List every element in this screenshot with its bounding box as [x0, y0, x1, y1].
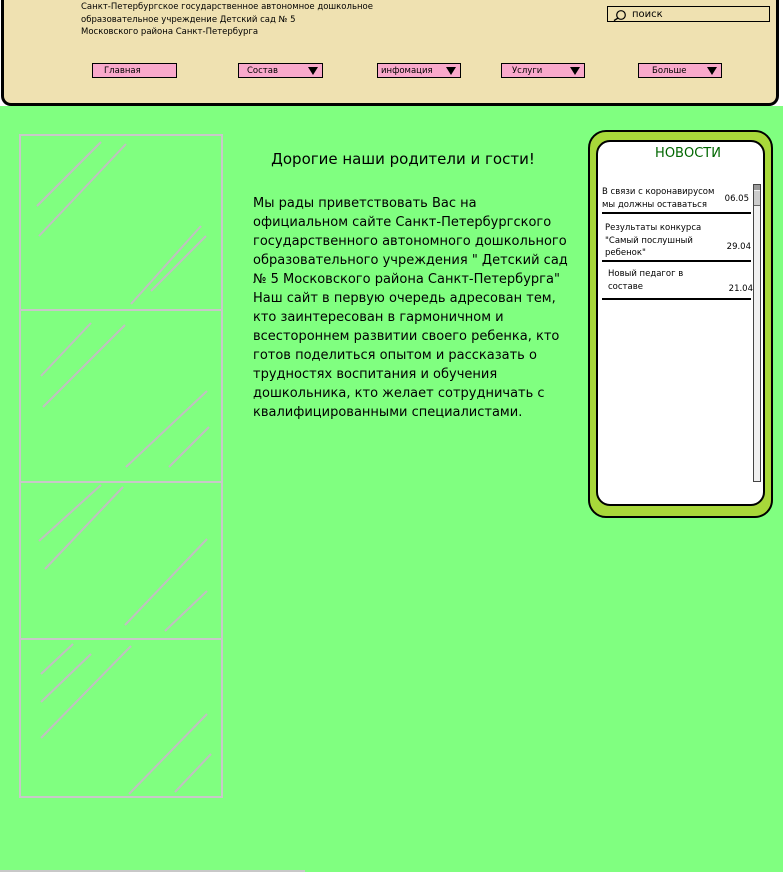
image-placeholder-icon: [36, 141, 207, 305]
nav-label: Состав: [247, 66, 278, 76]
welcome-title: Дорогие наши родители и гости!: [271, 150, 535, 168]
news-item-text: "Самый послушный: [605, 235, 693, 246]
news-title: НОВОСТИ: [655, 146, 721, 161]
nav-home-button[interactable]: Главная: [92, 63, 177, 78]
site-header: Санкт-Петербургское государственное авто…: [1, 0, 779, 106]
image-placeholder[interactable]: [19, 481, 223, 640]
news-item-date: 06.05: [724, 194, 749, 204]
nav-more-button[interactable]: Больше: [638, 63, 722, 78]
news-item-text: составе: [608, 281, 643, 292]
news-panel: НОВОСТИ В связи с коронавирусом мы должн…: [588, 130, 773, 518]
image-placeholder-icon: [38, 484, 208, 632]
news-item-text: мы должны оставаться: [602, 199, 707, 210]
nav-staff-button[interactable]: Состав: [238, 63, 323, 78]
news-item-date: 21.04: [728, 284, 753, 294]
nav-label: Услуги: [512, 66, 543, 76]
chevron-down-icon: [570, 67, 580, 75]
news-item[interactable]: В связи с коронавирусом мы должны остава…: [602, 184, 751, 214]
image-placeholder[interactable]: [19, 309, 223, 483]
news-scrollbar[interactable]: [753, 184, 761, 482]
chevron-down-icon: [446, 67, 456, 75]
news-item-date: 29.04: [726, 242, 751, 252]
search-input[interactable]: [632, 7, 764, 21]
image-placeholder[interactable]: [19, 638, 223, 798]
scrollbar-thumb[interactable]: [754, 191, 760, 206]
nav-info-button[interactable]: инфомация: [377, 63, 461, 78]
news-item-text: ребенок": [605, 248, 646, 258]
organization-name: Санкт-Петербургское государственное авто…: [81, 1, 411, 39]
news-list: НОВОСТИ В связи с коронавирусом мы должн…: [596, 140, 765, 506]
nav-label: Больше: [652, 66, 687, 76]
news-item-text: Результаты конкурса: [605, 223, 702, 233]
image-placeholder[interactable]: [19, 134, 223, 311]
org-name-line: Московского района Санкт-Петербурга: [81, 27, 259, 37]
scroll-up-icon[interactable]: [754, 185, 760, 190]
org-name-line: Санкт-Петербургское государственное авто…: [81, 2, 373, 12]
nav-label: инфомация: [381, 66, 433, 76]
news-item[interactable]: Новый педагог в составе 21.04: [602, 262, 753, 300]
search-box[interactable]: [607, 6, 770, 22]
main-content: Дорогие наши родители и гости! Мы рады п…: [0, 106, 783, 872]
chevron-down-icon: [707, 67, 717, 75]
news-item-text: В связи с коронавирусом: [602, 187, 715, 197]
chevron-down-icon: [308, 67, 318, 75]
search-icon[interactable]: [613, 9, 627, 21]
org-name-line: образовательное учреждение Детский сад №…: [81, 14, 296, 25]
welcome-text: Мы рады приветствовать Вас на официально…: [253, 196, 568, 420]
image-placeholder-icon: [40, 322, 210, 468]
news-item-text: Новый педагог в: [608, 269, 684, 279]
news-item[interactable]: Результаты конкурса "Самый послушный реб…: [602, 218, 751, 262]
photo-gallery: [19, 134, 223, 798]
nav-label: Главная: [104, 66, 141, 76]
image-placeholder-icon: [40, 643, 212, 795]
nav-services-button[interactable]: Услуги: [501, 63, 585, 78]
